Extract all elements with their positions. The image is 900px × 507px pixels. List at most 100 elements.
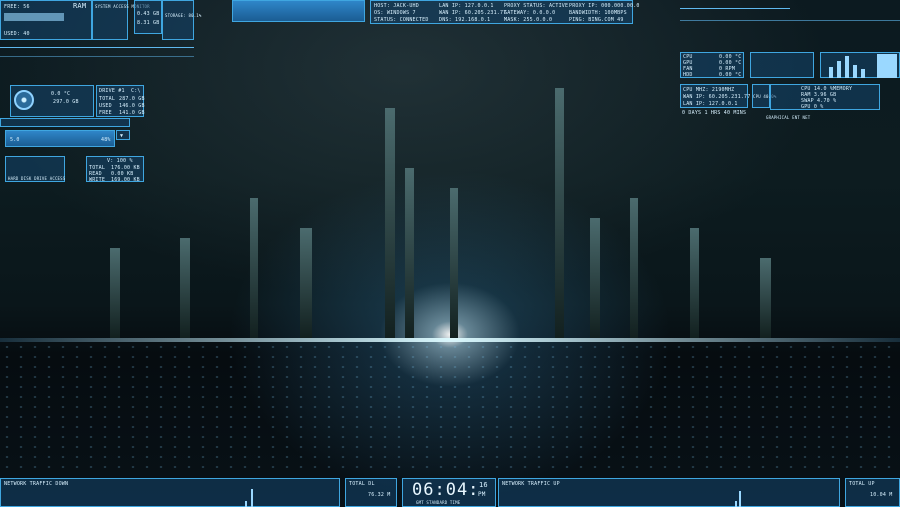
volume-percent: 48% [101,137,111,143]
clock-seconds: 16 [479,481,488,489]
storage-label: STORAGE: 80.1% [165,13,202,18]
mem-row: 8.31 GB [137,20,160,26]
network-ip-widget: CPU MHZ: 2190MHZ WAN IP: 60.205.231.77 L… [680,84,751,108]
total-value: 287.0 GB [119,96,145,102]
network-down-label: NETWORK TRAFFIC DOWN [4,481,69,487]
hdd-access-label: HARD DISK DRIVE ACCESS [8,176,66,181]
hdd-io-widget: V: 100 % TOTAL 176.00 KB READ 0.00 KB WR… [86,156,144,183]
total-dl-panel: TOTAL DL 76.32 M [345,478,397,507]
hdd-temp-widget: 0.0 °C 297.0 GB [10,85,94,117]
divider [0,47,194,48]
io-write: 169.00 KB [111,177,140,183]
total-dl-label: TOTAL DL [349,481,375,487]
ground-grid [0,342,900,472]
traffic-spike [251,489,253,507]
network-info-panel: HOST: JACK-UHD OS: WINDOWS 7 STATUS: CON… [370,0,639,24]
graph-bar [845,56,849,78]
graph-bar [861,69,865,78]
divider [0,56,194,57]
sensor-value: 0.00 °C [719,72,742,78]
clock-time: 06:04: [412,480,480,500]
lan-ip-text: LAN IP: 127.0.0.1 [683,101,738,107]
tower-building [760,258,771,338]
line-graph-widget [750,52,814,78]
volume-dropdown[interactable]: ▼ [116,130,130,140]
total-up-label: TOTAL UP [849,481,875,487]
graph-bar [837,61,841,78]
free-value: 141.0 GB [119,110,145,116]
clock-ampm: PM [478,491,486,498]
used-value: 146.0 GB [119,103,145,109]
tower-building [450,188,458,338]
drive-letter: C:\ [131,88,141,94]
traffic-spike [735,501,737,507]
wan-ip-text: WAN IP: 60.205.231.77 [683,94,751,100]
traffic-spike [739,491,741,507]
tower-building [630,198,638,338]
tower-building [690,228,699,338]
status-text: STATUS: CONNECTED [374,17,429,23]
os-text: OS: WINDOWS 7 [374,10,416,16]
drive-stats-widget: DRIVE #1 C:\ TOTAL 287.0 GB USED 146.0 G… [96,85,144,117]
wan-ip-text: WAN IP: 60.205.231.77 [439,10,507,16]
dns-text: DNS: 192.168.0.1 [439,17,491,23]
tower-building [180,238,190,338]
tower-building [250,198,258,338]
hdd-access-graph: HARD DISK DRIVE ACCESS [5,156,65,182]
traffic-spike [245,501,247,507]
network-up-panel: NETWORK TRAFFIC UP [498,478,840,507]
bandwidth-text: BANDWIDTH: 100MBPS [569,10,627,16]
network-bar-left [232,0,365,22]
memory-value: GPU 0 % [801,104,824,110]
drive-tabs[interactable] [0,118,130,127]
tower-building [110,248,120,338]
uptime-text: 0 DAYS 1 HRS 40 MINS [682,110,747,116]
ping-text: PING: BING.COM 49 [569,17,624,23]
drive-label: DRIVE #1 [99,88,125,94]
ram-label: RAM [73,2,87,10]
free-label: FREE [99,110,112,116]
cpu-mhz-text: CPU MHZ: 2190MHZ [683,87,735,93]
free-ram-label: FREE: 56 [4,4,30,10]
chevron-down-icon: ▼ [120,133,124,139]
bar-graph-widget [820,52,900,78]
total-label: TOTAL [99,96,116,102]
host-text: HOST: JACK-UHD [374,3,419,9]
clock-zone: GMT STANDARD TIME [416,500,461,505]
total-up-value: 10.04 M [870,492,893,498]
gateway-text: GATEWAY: 0.0.0.0 [504,10,556,16]
tower-building [555,88,564,338]
mask-text: MASK: 255.0.0.0 [504,17,553,23]
lan-ip-text: LAN IP: 127.0.0.1 [439,3,494,9]
volume-label: 5.0 [10,137,20,143]
proxy-ip-text: PROXY IP: 000.000.00.0 [569,3,640,9]
divider [680,8,790,9]
tower-building [405,168,414,338]
graph-bar [829,67,833,78]
tower-building [590,218,600,338]
divider [680,20,900,21]
total-dl-value: 76.32 M [368,492,391,498]
hard-drive-icon [14,90,34,110]
memory-rows-widget: 0.43 GB 8.31 GB [134,0,162,34]
sensor-widget: CPU GPU FAN HDD 0.00 °C 0.00 °C 0 RPM 0.… [680,52,744,78]
memory-widget: CPU 14.0 % RAM 3.96 GB SWAP 4.70 % GPU 0… [770,84,880,110]
hdd-temp: 0.0 °C [51,91,71,97]
tower-building [300,228,312,338]
proxy-status-text: PROXY STATUS: ACTIVE [504,3,569,9]
ram-bar [4,13,64,21]
mem-row: 0.43 GB [137,11,160,17]
network-down-panel: NETWORK TRAFFIC DOWN [0,478,340,507]
total-up-panel: TOTAL UP 10.04 M [845,478,900,507]
used-ram-label: USED: 40 [4,31,30,37]
io-write-label: WRITE [89,177,106,183]
graph-bar [853,65,857,78]
cpu-percent-widget: CPU 40.0% [752,84,776,108]
sensor-label: HDD [683,72,693,78]
volume-slider[interactable]: 5.0 48% [5,130,115,147]
storage-widget: STORAGE: 80.1% [162,0,201,40]
graph-bar [877,54,897,78]
tower-building [385,108,395,338]
hdd-size: 297.0 GB [53,99,79,105]
ram-widget: FREE: 56 RAM USED: 40 [0,0,92,40]
